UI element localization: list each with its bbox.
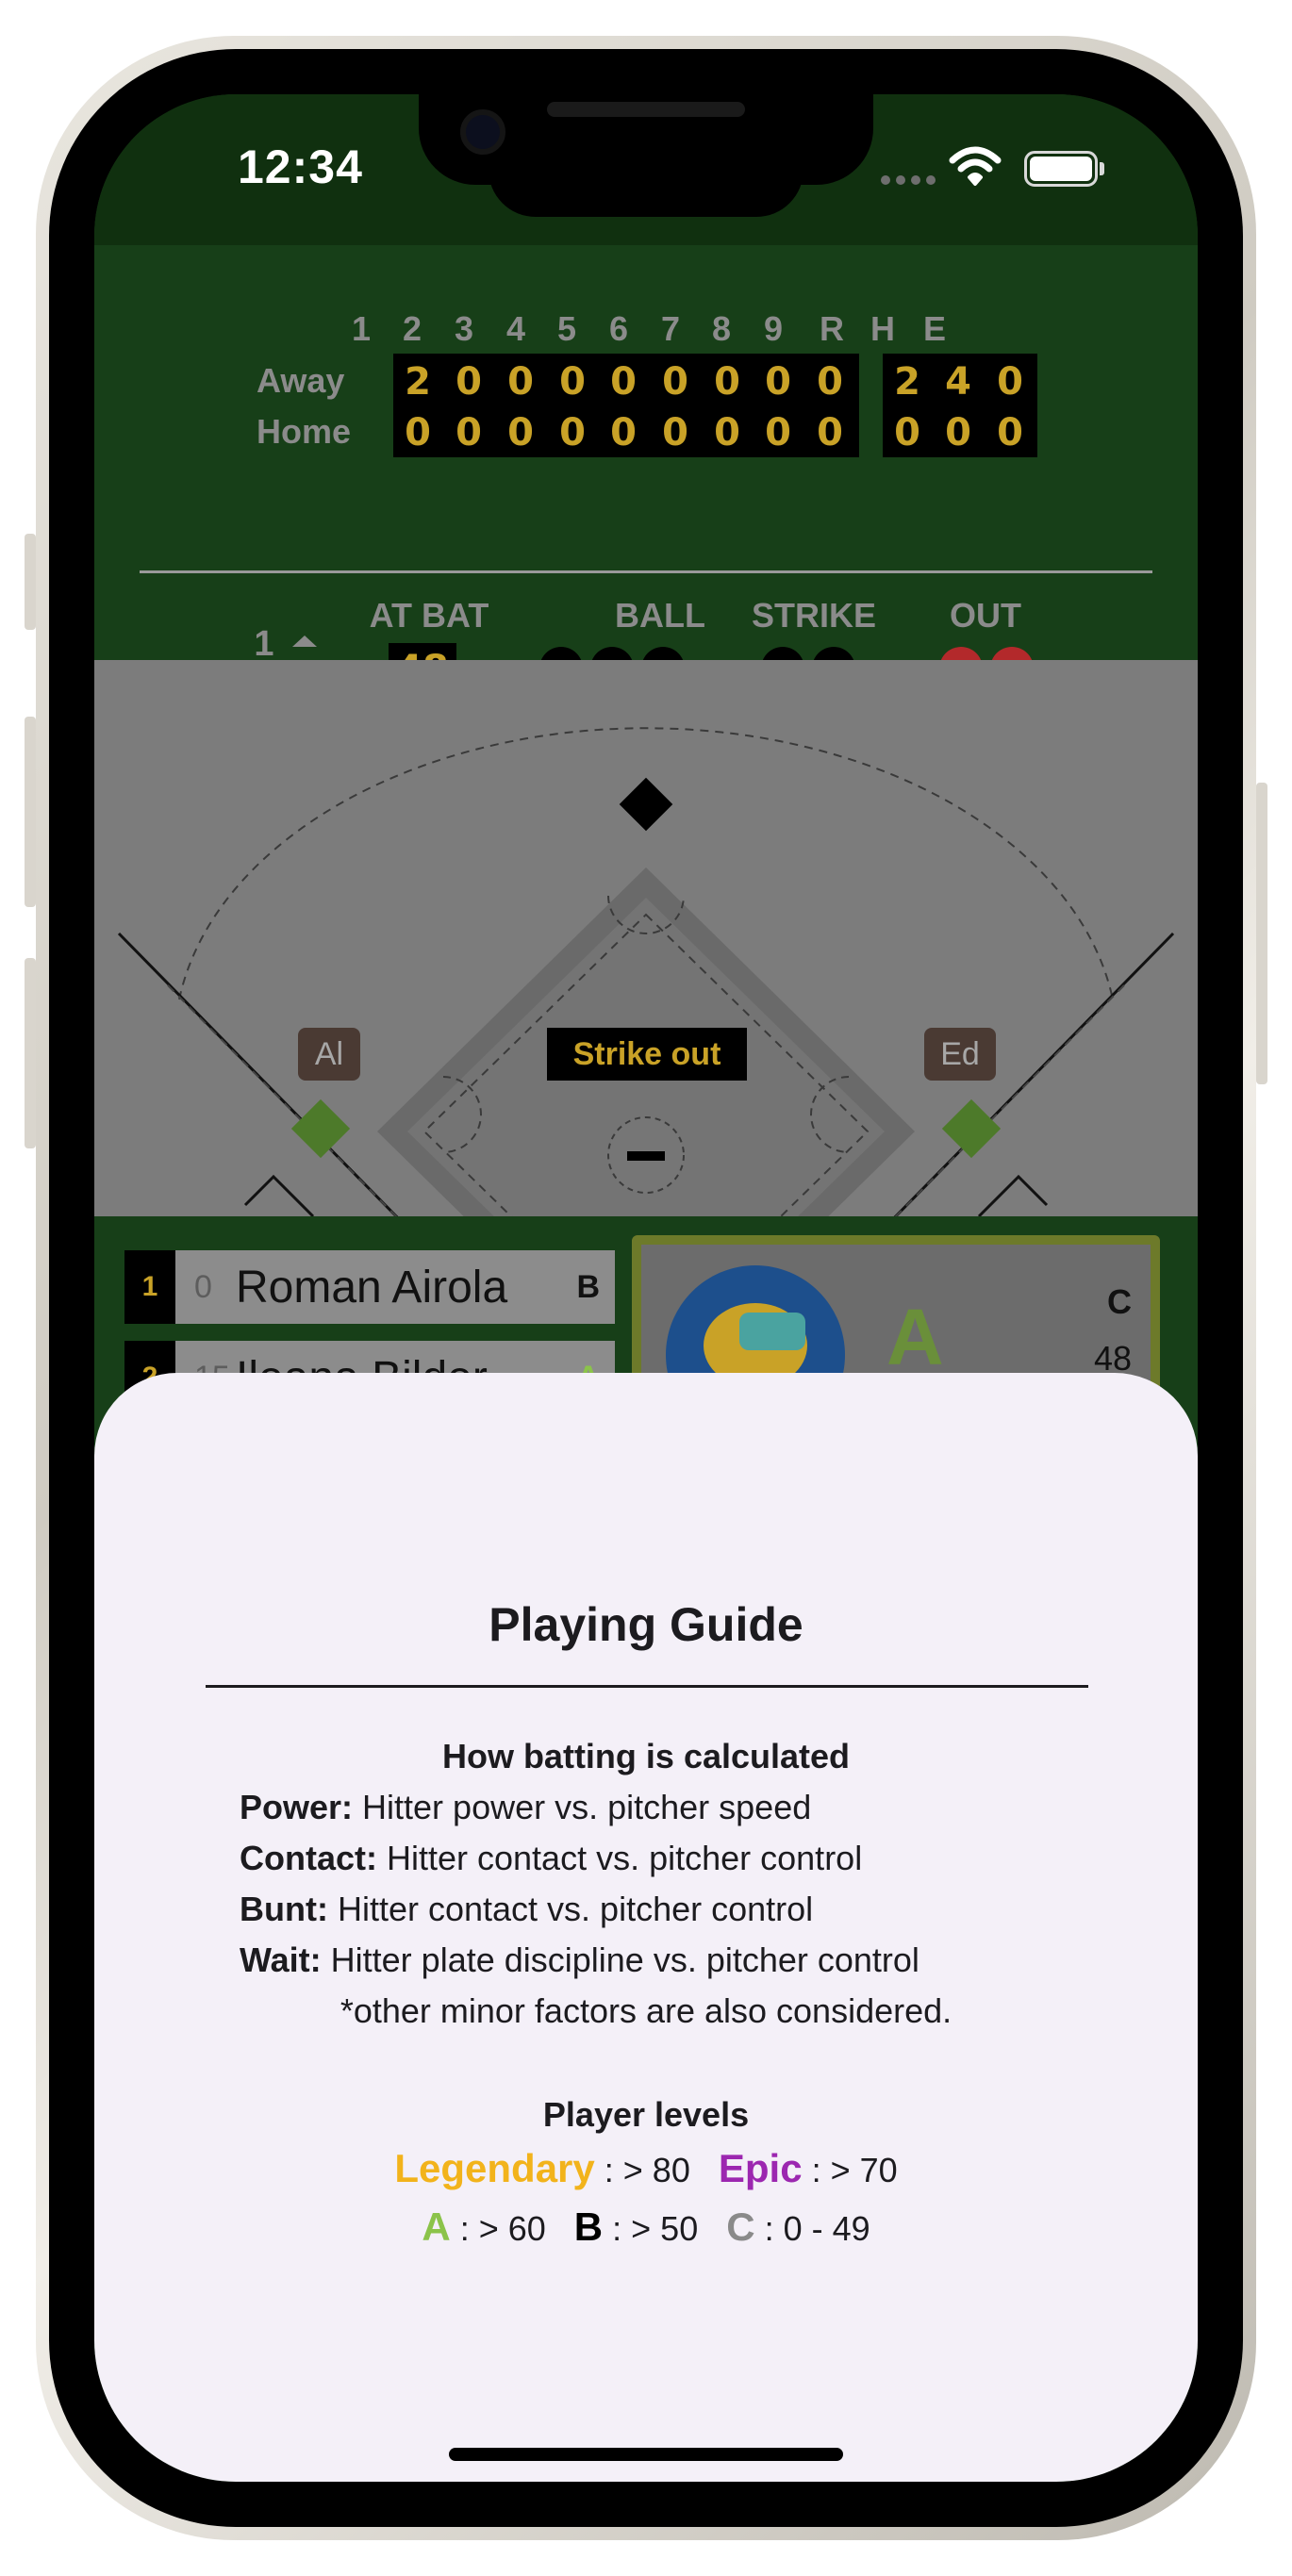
front-camera [460,109,505,155]
mute-switch [25,534,36,630]
top-inning-arrow-icon [292,636,317,647]
player-card-position: C [1107,1282,1132,1321]
wifi-icon [949,146,1002,186]
inning-header: 9 [763,309,784,348]
home-runs: 0 [894,411,920,454]
errors-header: E [922,309,946,348]
rule-power: Power: Hitter power vs. pitcher speed [240,1788,812,1826]
player-card-level: A [886,1293,944,1381]
level-c: C [726,2204,755,2249]
away-hits: 4 [945,360,971,404]
levels-row-2: A : > 60 B : > 50 C : 0 - 49 [94,2204,1198,2250]
away-team-label: Away [257,361,345,400]
guide-divider [206,1685,1088,1688]
away-inning-score: 0 [456,360,482,404]
level-legendary-range: : > 80 [594,2151,690,2189]
volume-down-button [25,958,36,1148]
away-inning-score: 0 [714,360,740,404]
strike-label: STRIKE [751,596,876,635]
runs-header: R [820,309,844,348]
home-inning-score: 0 [662,411,688,454]
lineup-order: 1 [124,1250,175,1324]
level-epic: Epic [718,2146,803,2190]
away-inning-score: 0 [559,360,586,404]
at-bat-label: AT BAT [369,596,489,635]
notch-lower [489,151,803,217]
batting-heading: How batting is calculated [441,1737,851,1775]
lineup-player-name: Roman Airola [236,1263,508,1313]
level-b-range: : > 50 [603,2209,699,2248]
home-inning-score: 0 [765,411,791,454]
volume-up-button [25,717,36,907]
home-inning-score: 0 [714,411,740,454]
hits-header: H [870,309,895,348]
rule-wait: Wait: Hitter plate discipline vs. pitche… [240,1940,919,1979]
home-inning-score: 0 [817,411,843,454]
inning-header: 4 [505,309,526,348]
runner-first-tag: Ed [924,1028,996,1081]
home-inning-score: 0 [456,411,482,454]
home-inning-score: 0 [507,411,534,454]
status-time: 12:34 [238,140,363,193]
rule-bunt: Bunt: Hitter contact vs. pitcher control [240,1890,814,1928]
inning-header: 1 [351,309,372,348]
level-c-range: : 0 - 49 [754,2209,870,2248]
home-inning-score: 0 [559,411,586,454]
inning-header: 8 [711,309,732,348]
away-inning-score: 0 [610,360,637,404]
home-errors: 0 [997,411,1023,454]
home-inning-score: 0 [405,411,431,454]
ball-label: BALL [615,596,705,635]
away-inning-score: 2 [405,360,431,404]
levels-heading: Player levels [542,2095,750,2134]
scoreboard: 1 2 3 4 5 6 7 8 9 R H E Away Home 2 0 0 … [94,245,1198,696]
guide-title: Playing Guide [489,1598,803,1651]
field-diagram [117,727,1175,1216]
away-inning-score: 0 [765,360,791,404]
level-legendary: Legendary [394,2146,595,2190]
home-hits: 0 [945,411,971,454]
away-inning-score: 0 [662,360,688,404]
lineup-player-number: 0 [194,1269,212,1305]
inning-header: 2 [402,309,422,348]
status-bar: 12:34 [94,94,1198,245]
level-epic-range: : > 70 [802,2151,898,2189]
home-indicator[interactable] [449,2448,843,2461]
levels-row-1: Legendary : > 80 Epic : > 70 [94,2146,1198,2191]
baseball-field: Strike out Al Ed [94,660,1198,1216]
away-runs: 2 [894,360,920,404]
away-errors: 0 [997,360,1023,404]
level-b: B [573,2204,604,2249]
playing-guide-sheet: Playing Guide How batting is calculated … [94,1373,1198,2482]
home-team-label: Home [257,412,352,451]
out-label: OUT [950,596,1021,635]
power-button [1256,783,1267,1084]
inning-header: 7 [660,309,681,348]
inning-header: 6 [608,309,629,348]
away-inning-score: 0 [817,360,843,404]
inning-number: 1 [254,624,274,664]
lineup-row[interactable]: 0 Roman Airola B [175,1250,615,1324]
rule-contact: Contact: Hitter contact vs. pitcher cont… [240,1839,863,1877]
play-result-banner: Strike out [547,1028,747,1081]
level-a: A [422,2204,451,2249]
screen: 12:34 1 2 3 4 5 6 7 8 9 R H E Away Home … [94,94,1198,2482]
inning-header: 3 [454,309,474,348]
battery-icon [1024,151,1104,187]
speaker-grille [547,102,745,117]
home-inning-score: 0 [610,411,637,454]
away-inning-score: 0 [507,360,534,404]
inning-header: 5 [556,309,577,348]
lineup-player-level: B [576,1269,600,1305]
rule-note: *other minor factors are also considered… [340,1991,952,2030]
scoreboard-divider [140,570,1152,573]
runner-third-tag: Al [298,1028,360,1081]
level-a-range: : > 60 [450,2209,546,2248]
